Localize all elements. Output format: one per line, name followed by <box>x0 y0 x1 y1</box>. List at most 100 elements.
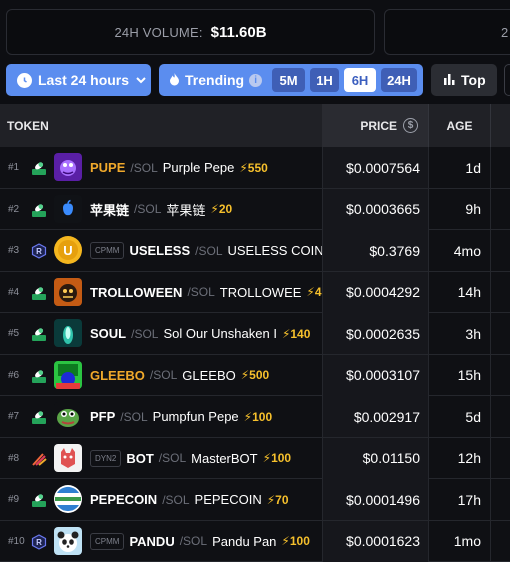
token-name: MasterBOT <box>191 450 258 466</box>
token-cell: TROLLOWEEN/SOL TROLLOWEE ⚡40 <box>90 272 322 313</box>
table-row[interactable]: #2 苹果链/SOL 苹果链 ⚡20 $0.0003665 9h <box>0 188 510 230</box>
table-row[interactable]: #9 PEPECOIN/SOL PEPECOIN ⚡70 $0.0001496 17h <box>0 479 510 521</box>
token-age: 17h <box>428 479 490 520</box>
pumpswap-icon <box>31 160 47 176</box>
token-age: 1mo <box>428 520 490 562</box>
token-age: 3h <box>428 313 490 354</box>
flame-icon <box>169 72 180 89</box>
chevron-down-icon <box>135 72 147 88</box>
next-column-cell <box>490 313 510 354</box>
timeframe-1h[interactable]: 1H <box>310 68 339 92</box>
token-symbol: PUPE <box>90 160 126 175</box>
token-price: $0.01150 <box>322 437 428 479</box>
boost-count: 40 <box>314 285 322 299</box>
header-price-label: PRICE <box>360 118 397 133</box>
raydium-icon: R <box>31 533 47 550</box>
dex-badge: CPMM <box>90 242 125 259</box>
more-filter-button[interactable] <box>504 64 510 96</box>
timeframe-24h[interactable]: 24H <box>381 68 417 92</box>
token-avatar <box>54 194 82 223</box>
next-column-cell <box>490 354 510 396</box>
boost-badge: ⚡550 <box>239 161 267 175</box>
token-age: 4mo <box>428 230 490 271</box>
token-symbol: PEPECOIN <box>90 492 158 507</box>
lightning-icon: ⚡ <box>266 492 276 507</box>
token-chain: /SOL <box>187 285 215 299</box>
token-rank: #8 <box>8 452 20 464</box>
next-column-cell <box>490 271 510 313</box>
volume-value: $11.60B <box>210 23 267 41</box>
timeframe-6h[interactable]: 6H <box>344 68 376 92</box>
dex-badge: CPMM <box>90 532 125 550</box>
header-price[interactable]: PRICE $ <box>322 104 428 147</box>
timeframe-5m[interactable]: 5M <box>272 68 305 92</box>
next-column-cell <box>490 520 510 562</box>
table-row[interactable]: #8 DYN2 BOT/SOL MasterBOT ⚡100 $0.01150 12h <box>0 437 510 479</box>
header-token[interactable]: TOKEN <box>7 104 49 147</box>
token-name: Sol Our Unshaken I <box>163 326 277 341</box>
token-cell: SOUL/SOL Sol Our Unshaken I ⚡140 <box>90 313 322 354</box>
token-symbol: TROLLOWEEN <box>90 284 183 300</box>
table-row[interactable]: #1 PUPE/SOL Purple Pepe ⚡550 $0.0007564 1d <box>0 147 510 189</box>
boost-badge: ⚡500 <box>241 368 269 382</box>
boost-count: 500 <box>249 368 270 382</box>
lightning-icon: ⚡ <box>281 534 290 548</box>
token-name: TROLLOWEE <box>219 284 302 300</box>
token-price: $0.0001623 <box>322 520 428 562</box>
currency-toggle-icon[interactable]: $ <box>403 118 418 133</box>
table-row[interactable]: #10 R CPMM PANDU/SOL Pandu Pan ⚡100 $0.0001623… <box>0 520 510 562</box>
table-row[interactable]: #3 R U CPMM USELESS/SOL USELESS COIN $0.3769 4m… <box>0 230 510 272</box>
header-age[interactable]: AGE <box>428 104 490 147</box>
boost-count: 140 <box>290 326 311 341</box>
header-next-column <box>490 104 510 147</box>
token-rank: #1 <box>8 162 20 173</box>
boost-badge: ⚡100 <box>244 410 272 424</box>
filter-bar: Last 24 hours Trending i 5M 1H 6H 24H To… <box>0 62 510 104</box>
token-price: $0.0004292 <box>322 271 428 313</box>
top-button[interactable]: Top <box>431 64 497 96</box>
token-name: USELESS COIN <box>227 243 323 258</box>
trending-button[interactable]: Trending i 5M 1H 6H 24H <box>159 64 423 96</box>
table-row[interactable]: #4 TROLLOWEEN/SOL TROLLOWEE ⚡40$0.000429214… <box>0 271 510 313</box>
second-stat-label: 2 <box>501 24 509 40</box>
next-column-cell <box>490 396 510 437</box>
table-row[interactable]: #7 PFP/SOL Pumpfun Pepe ⚡100 $0.002917 5d <box>0 396 510 438</box>
next-column-cell <box>490 437 510 479</box>
token-chain: /SOL <box>195 243 223 258</box>
token-price: $0.002917 <box>322 396 428 437</box>
token-avatar <box>54 402 82 430</box>
token-avatar: U <box>54 236 82 264</box>
pumpswap-icon <box>31 326 47 342</box>
pumpswap-icon <box>31 368 47 384</box>
pumpswap-icon <box>31 202 47 218</box>
token-chain: /SOL <box>131 326 159 341</box>
token-price: $0.0001496 <box>322 479 428 520</box>
boost-badge: ⚡100 <box>281 534 309 548</box>
token-rank: #5 <box>8 328 20 339</box>
boost-badge: ⚡100 <box>263 451 291 465</box>
token-symbol: BOT <box>126 450 154 466</box>
boost-badge: ⚡70 <box>267 493 289 507</box>
table-header: TOKEN PRICE $ AGE <box>0 104 510 147</box>
volume-label: 24H VOLUME: <box>114 24 203 40</box>
time-range-dropdown[interactable]: Last 24 hours <box>6 64 151 96</box>
token-chain: /SOL <box>130 160 158 175</box>
token-price: $0.0003665 <box>322 188 428 230</box>
lightning-icon: ⚡ <box>243 409 253 424</box>
second-stat: 2 <box>384 9 510 55</box>
token-rank: #2 <box>8 203 20 215</box>
token-price: $0.0007564 <box>322 147 428 188</box>
time-range-label: Last 24 hours <box>38 72 130 88</box>
token-chain: /SOL <box>158 451 187 465</box>
token-cell: CPMM USELESS/SOL USELESS COIN <box>90 230 322 271</box>
table-row[interactable]: #5 SOUL/SOL Sol Our Unshaken I ⚡140 $0.00026… <box>0 313 510 355</box>
table-row[interactable]: #6 GLEEBO/SOL GLEEBO ⚡500 $0.0003107 15h <box>0 354 510 396</box>
lightning-icon: ⚡ <box>210 202 219 216</box>
info-icon[interactable]: i <box>249 73 263 87</box>
token-symbol: GLEEBO <box>90 367 145 383</box>
token-rank: #7 <box>8 411 20 422</box>
token-symbol: 苹果链 <box>90 202 130 218</box>
next-column-cell <box>490 230 510 271</box>
token-rank: #3 <box>8 245 20 256</box>
token-name: GLEEBO <box>182 367 236 383</box>
